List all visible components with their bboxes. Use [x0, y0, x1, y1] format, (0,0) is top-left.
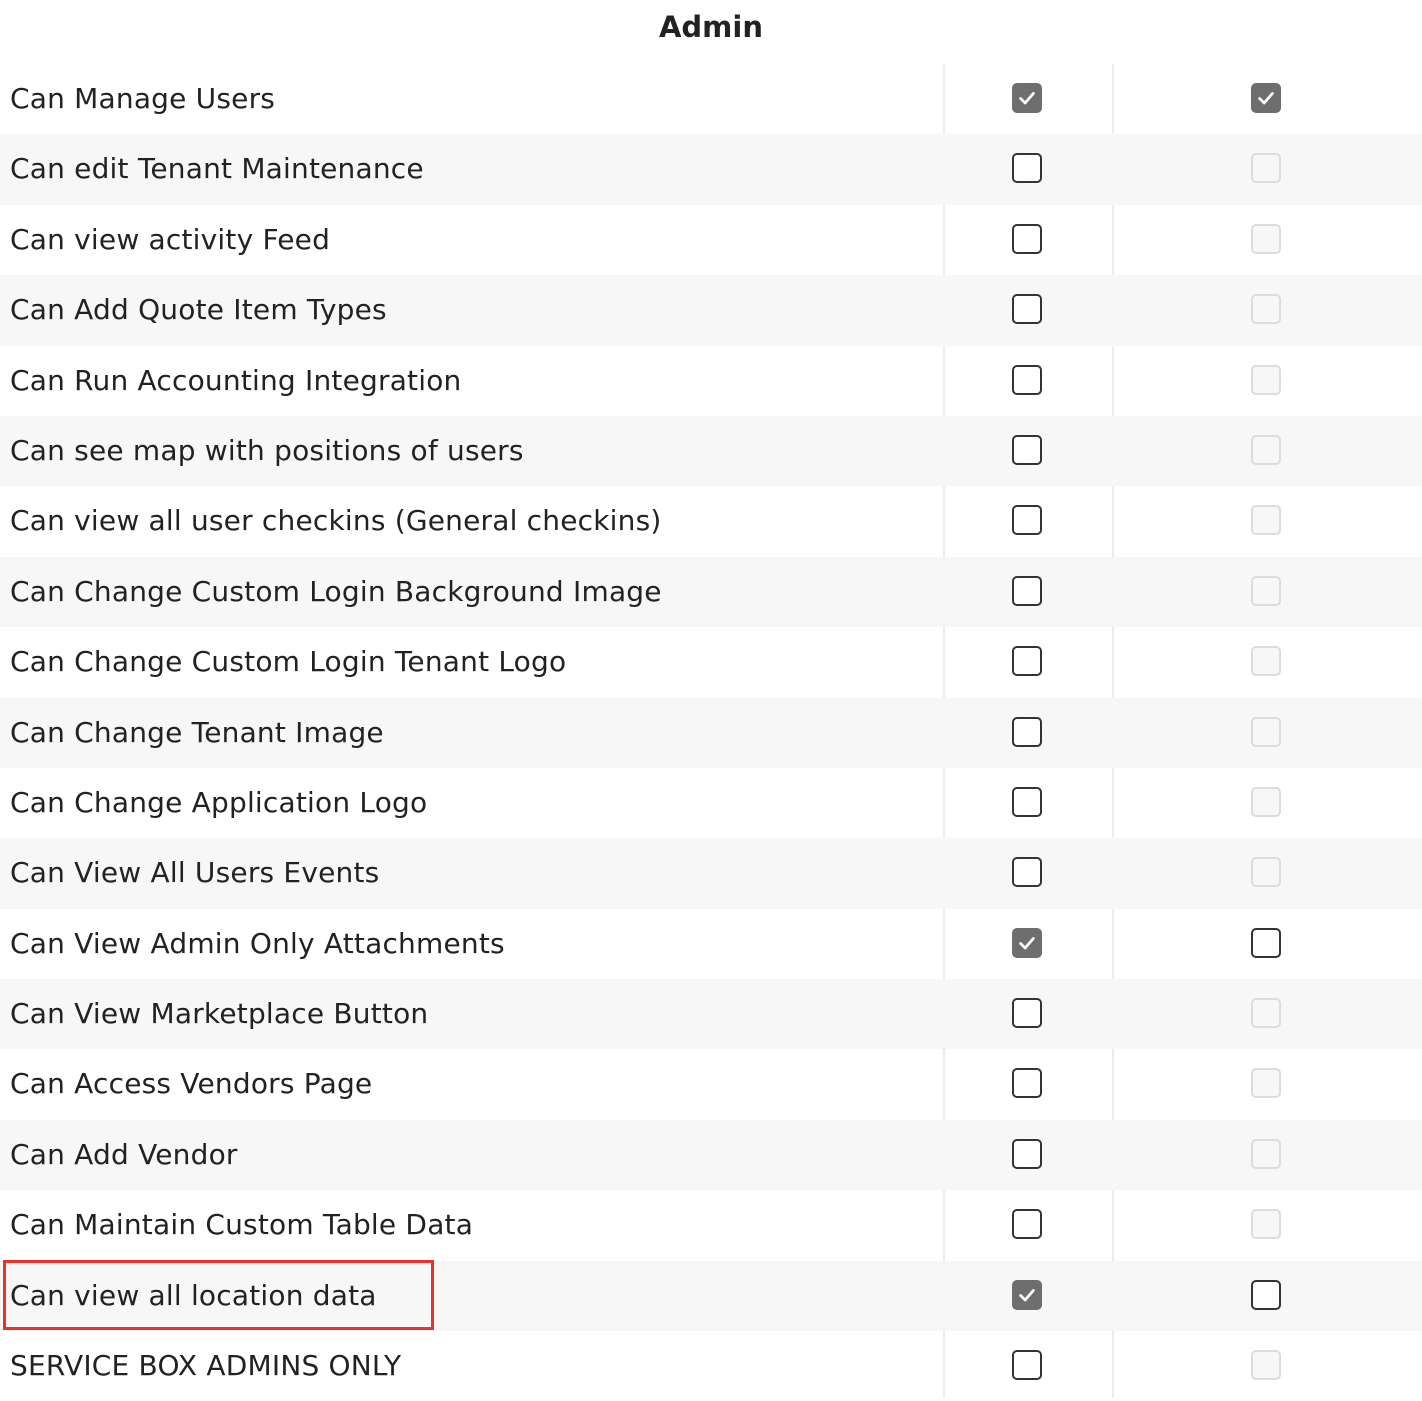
- permission-checkbox-1[interactable]: [1012, 927, 1042, 958]
- permission-checkbox-2: [1251, 223, 1281, 254]
- check-icon: [1019, 1288, 1035, 1302]
- permission-row: Can Change Custom Login Tenant Logo: [0, 627, 1422, 697]
- permission-checkbox-1[interactable]: [1012, 1138, 1042, 1169]
- permission-label: Can Manage Users: [10, 82, 276, 115]
- permission-checkbox-2: [1251, 716, 1281, 747]
- permission-checkbox-2: [1251, 998, 1281, 1029]
- permission-row: Can Change Custom Login Background Image: [0, 556, 1422, 628]
- permission-checkbox-1[interactable]: [1012, 998, 1042, 1029]
- permission-row: Can Add Quote Item Types: [0, 275, 1422, 346]
- permission-label: Can Maintain Custom Table Data: [10, 1208, 474, 1242]
- permission-checkbox-1[interactable]: [1012, 786, 1042, 817]
- permission-label: Can Add Quote Item Types: [10, 293, 387, 327]
- permission-checkbox-2: [1251, 294, 1281, 325]
- permission-row: Can View Admin Only Attachments: [0, 909, 1422, 979]
- permission-checkbox-1[interactable]: [1012, 364, 1042, 395]
- permission-checkbox-1[interactable]: [1012, 716, 1042, 747]
- permission-label: Can Add Vendor: [10, 1137, 238, 1171]
- permission-checkbox-1[interactable]: [1012, 1068, 1042, 1099]
- permissions-table: Can Manage Users Can edit Tenant Maintena…: [0, 64, 1422, 1401]
- check-icon: [1019, 92, 1035, 105]
- permission-label: Can see map with positions of users: [10, 433, 524, 467]
- permission-label: Can Change Custom Login Tenant Logo: [10, 645, 567, 679]
- permission-row: Can View All Users Events: [0, 838, 1422, 909]
- permission-checkbox-2: [1251, 857, 1281, 888]
- permission-label: Can Access Vendors Page: [10, 1067, 373, 1101]
- section-title: Admin: [658, 10, 763, 44]
- permission-row: Can Change Tenant Image: [0, 697, 1422, 768]
- permission-checkbox-2: [1251, 786, 1281, 817]
- permission-checkbox-2: [1251, 1068, 1281, 1099]
- permission-checkbox-2: [1251, 646, 1281, 677]
- permission-checkbox-1[interactable]: [1012, 1209, 1042, 1240]
- permission-row: SERVICE BOX ADMINS ONLY: [0, 1331, 1422, 1401]
- permission-checkbox-2[interactable]: [1251, 1279, 1281, 1310]
- permission-row: Can view activity Feed: [0, 205, 1422, 275]
- permission-checkbox-1[interactable]: [1012, 294, 1042, 325]
- permission-row: Can edit Tenant Maintenance: [0, 134, 1422, 205]
- permission-label: Can View Admin Only Attachments: [10, 926, 505, 960]
- permission-checkbox-2: [1251, 1350, 1281, 1381]
- permission-label: Can Change Tenant Image: [10, 715, 384, 749]
- permission-label: Can View Marketplace Button: [10, 997, 429, 1031]
- permission-checkbox-1[interactable]: [1012, 1350, 1042, 1381]
- permission-checkbox-1[interactable]: [1012, 223, 1042, 254]
- permission-row: Can Access Vendors Page: [0, 1049, 1422, 1119]
- permission-row: Can Manage Users: [0, 64, 1422, 134]
- permission-label: Can View All Users Events: [10, 856, 380, 890]
- permission-row: Can Run Accounting Integration: [0, 346, 1422, 416]
- permission-checkbox-2: [1251, 1209, 1281, 1240]
- permission-label: SERVICE BOX ADMINS ONLY: [10, 1349, 402, 1383]
- permission-checkbox-2: [1251, 153, 1281, 184]
- permission-checkbox-1[interactable]: [1012, 434, 1042, 465]
- permission-label: Can view all user checkins (General chec…: [10, 504, 662, 538]
- permission-checkbox-1[interactable]: [1012, 505, 1042, 536]
- permission-row: Can View Marketplace Button: [0, 979, 1422, 1050]
- permission-label: Can Run Accounting Integration: [10, 363, 462, 397]
- permission-checkbox-2: [1251, 434, 1281, 465]
- permission-checkbox-2: [1251, 505, 1281, 536]
- permission-checkbox-2[interactable]: [1251, 83, 1281, 113]
- permission-checkbox-2: [1251, 364, 1281, 395]
- permission-row: Can view all user checkins (General chec…: [0, 486, 1422, 556]
- check-icon: [1019, 936, 1035, 950]
- permission-label: Can Change Application Logo: [10, 785, 428, 819]
- permission-checkbox-1[interactable]: [1012, 646, 1042, 677]
- permission-checkbox-2: [1251, 575, 1281, 606]
- permission-label: Can view all location data: [10, 1278, 377, 1312]
- permission-checkbox-2[interactable]: [1251, 927, 1281, 958]
- permission-checkbox-1[interactable]: [1012, 153, 1042, 184]
- permission-label: Can edit Tenant Maintenance: [10, 152, 424, 186]
- section-header: Admin: [0, 0, 1422, 62]
- permission-row: Can see map with positions of users: [0, 415, 1422, 487]
- permission-row: Can Maintain Custom Table Data: [0, 1190, 1422, 1260]
- permission-checkbox-1[interactable]: [1012, 83, 1042, 113]
- permission-checkbox-2: [1251, 1138, 1281, 1169]
- permission-checkbox-1[interactable]: [1012, 575, 1042, 606]
- permission-row: Can view all location data: [0, 1260, 1422, 1332]
- check-icon: [1258, 92, 1274, 105]
- permission-checkbox-1[interactable]: [1012, 857, 1042, 888]
- permission-checkbox-1[interactable]: [1012, 1279, 1042, 1310]
- permission-label: Can Change Custom Login Background Image: [10, 574, 662, 608]
- permission-row: Can Change Application Logo: [0, 768, 1422, 838]
- permission-row: Can Add Vendor: [0, 1119, 1422, 1191]
- permission-label: Can view activity Feed: [10, 222, 331, 256]
